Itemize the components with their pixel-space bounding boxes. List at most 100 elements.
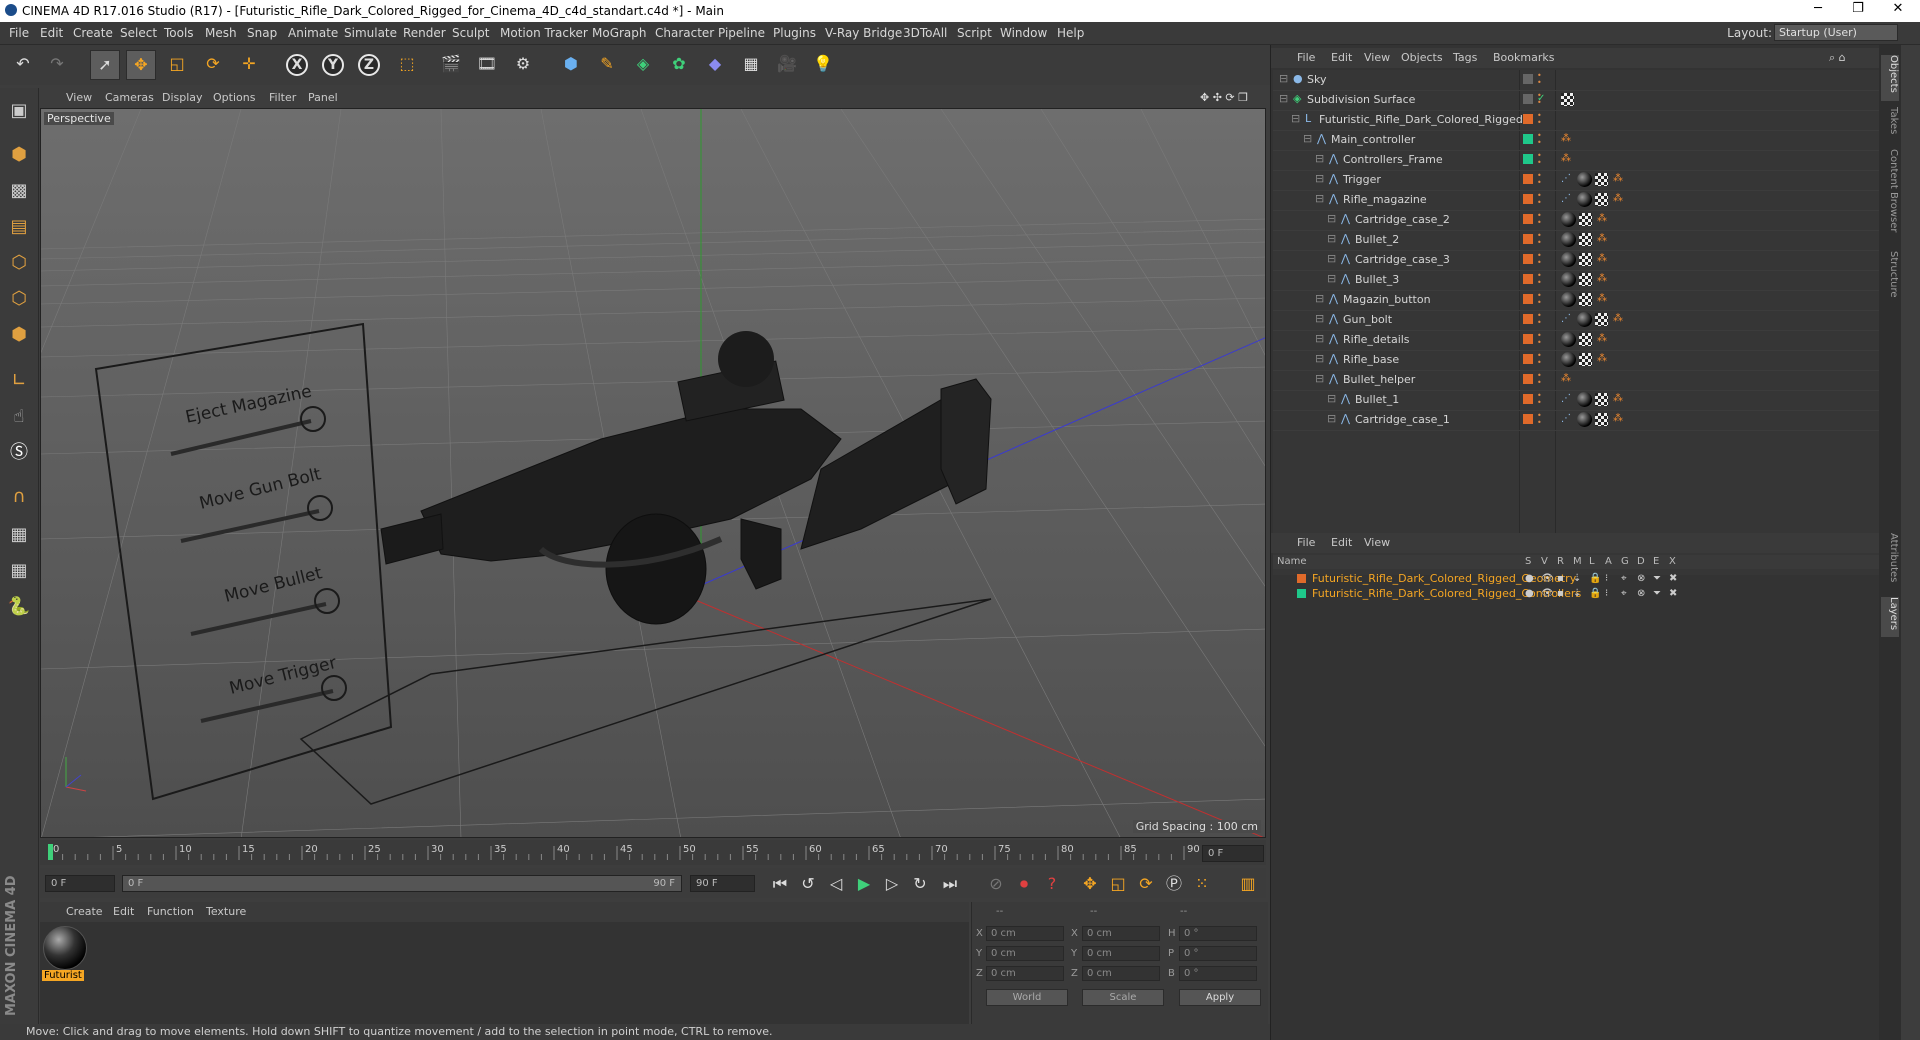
autokey-icon[interactable]: ⏺ bbox=[1011, 872, 1037, 896]
layer-column-header[interactable]: Name bbox=[1277, 556, 1307, 567]
viewport-camera-label[interactable]: Perspective bbox=[44, 112, 114, 125]
material-preview-ball[interactable] bbox=[43, 926, 87, 970]
layer-column-header[interactable]: R bbox=[1557, 556, 1564, 567]
material-tag-icon[interactable] bbox=[1577, 192, 1592, 207]
constraint-tag-icon[interactable]: ⋰ bbox=[1561, 193, 1571, 204]
xpresso-tag-icon[interactable]: ⁂ bbox=[1613, 313, 1623, 324]
constraint-tag-icon[interactable]: ⋰ bbox=[1561, 393, 1571, 404]
xpresso-tag-icon[interactable]: ⁂ bbox=[1597, 233, 1607, 244]
object-name[interactable]: Bullet_3 bbox=[1355, 273, 1399, 286]
expand-toggle-icon[interactable]: ⊟ bbox=[1327, 413, 1337, 424]
viewport-perspective[interactable]: Eject Magazine Move Gun Bolt Move Bullet… bbox=[40, 108, 1266, 838]
play-icon[interactable]: ▶ bbox=[851, 872, 877, 896]
redo-icon[interactable]: ↷ bbox=[42, 50, 72, 80]
layer-column-header[interactable]: M bbox=[1573, 556, 1582, 567]
menu-create[interactable]: Create bbox=[73, 26, 113, 40]
layer-swatch[interactable] bbox=[1523, 394, 1533, 404]
end-frame-field[interactable]: 90 F bbox=[690, 875, 755, 892]
object-row[interactable]: ⊟ ⋀ Bullet_3 • • ⁂ bbox=[1273, 270, 1898, 291]
material-tag-icon[interactable] bbox=[1577, 312, 1592, 327]
uvw-tag-icon[interactable] bbox=[1579, 333, 1592, 346]
key-parameter-icon[interactable]: Ⓟ bbox=[1161, 872, 1187, 896]
layer-toggle-icon[interactable]: ✖ bbox=[1669, 588, 1677, 599]
layer-swatch[interactable] bbox=[1523, 154, 1533, 164]
rotation-h-field[interactable]: 0 ° bbox=[1179, 926, 1257, 941]
object-name[interactable]: Cartridge_case_1 bbox=[1355, 413, 1450, 426]
visibility-dots-icon[interactable]: • • bbox=[1537, 132, 1542, 147]
move-tool-icon[interactable]: ✥ bbox=[126, 50, 156, 80]
material-tag-icon[interactable] bbox=[1561, 252, 1576, 267]
workplane-mode-icon[interactable]: ▤ bbox=[3, 212, 35, 244]
layer-toggle-icon[interactable]: ▪ bbox=[1557, 588, 1564, 599]
layer-toggle-icon[interactable]: ⊗ bbox=[1637, 573, 1645, 584]
layer-swatch[interactable] bbox=[1523, 294, 1533, 304]
xpresso-tag-icon[interactable]: ⁂ bbox=[1597, 293, 1607, 304]
uvw-tag-icon[interactable] bbox=[1579, 353, 1592, 366]
menu-window[interactable]: Window bbox=[1000, 26, 1047, 40]
uvw-tag-icon[interactable] bbox=[1595, 173, 1608, 186]
array-generator-icon[interactable]: ✿ bbox=[664, 50, 694, 80]
size-mode-select[interactable]: Scale bbox=[1082, 989, 1164, 1006]
edit-render-settings-icon[interactable]: ⚙ bbox=[508, 50, 538, 80]
expand-toggle-icon[interactable]: ⊟ bbox=[1303, 133, 1313, 144]
uvw-tag-icon[interactable] bbox=[1579, 273, 1592, 286]
layer-toggle-icon[interactable]: ⏷ bbox=[1653, 573, 1661, 584]
object-row[interactable]: ⊟ ◈ Subdivision Surface • • ✓ bbox=[1273, 90, 1898, 111]
object-row[interactable]: ⊟ ⋀ Controllers_Frame • • ⁂ bbox=[1273, 150, 1898, 171]
layer-toggle-icon[interactable]: ⏷ bbox=[1653, 588, 1661, 599]
visibility-dots-icon[interactable]: • • bbox=[1537, 412, 1542, 427]
menu-script[interactable]: Script bbox=[957, 26, 992, 40]
layer-toggle-icon[interactable]: ⁝ bbox=[1605, 588, 1608, 599]
record-keys-icon[interactable]: ⊘ bbox=[983, 872, 1009, 896]
previous-key-icon[interactable]: ↺ bbox=[795, 872, 821, 896]
visibility-dots-icon[interactable]: • • bbox=[1537, 272, 1542, 287]
menu-render[interactable]: Render bbox=[403, 26, 446, 40]
layer-row[interactable]: Futuristic_Rifle_Dark_Colored_Rigged_Con… bbox=[1273, 586, 1898, 601]
key-pla-icon[interactable]: ⁙ bbox=[1189, 872, 1215, 896]
object-name[interactable]: Sky bbox=[1307, 73, 1326, 86]
minimize-button[interactable]: ─ bbox=[1798, 1, 1838, 21]
workplane-icon[interactable]: ▦ bbox=[3, 556, 35, 588]
key-position-icon[interactable]: ✥ bbox=[1077, 872, 1103, 896]
position-x-field[interactable]: 0 cm bbox=[986, 926, 1064, 941]
position-z-field[interactable]: 0 cm bbox=[986, 966, 1064, 981]
layer-toggle-icon[interactable]: 🔒 bbox=[1589, 573, 1601, 584]
texture-mode-icon[interactable]: ▩ bbox=[3, 176, 35, 208]
frame-range-slider[interactable]: 0 F 90 F bbox=[122, 875, 682, 892]
object-row[interactable]: ⊟ ⋀ Trigger • • ⋰ ⁂ bbox=[1273, 170, 1898, 191]
visibility-dots-icon[interactable]: • • bbox=[1537, 392, 1542, 407]
layer-toggle-icon[interactable]: ● bbox=[1525, 588, 1534, 599]
model-mode-icon[interactable]: ⬢ bbox=[3, 140, 35, 172]
layer-column-header[interactable]: D bbox=[1637, 556, 1645, 567]
visibility-dots-icon[interactable]: • • bbox=[1537, 192, 1542, 207]
object-name[interactable]: Cartridge_case_2 bbox=[1355, 213, 1450, 226]
coordinate-system-icon[interactable]: ⬚ bbox=[392, 50, 422, 80]
size-x-field[interactable]: 0 cm bbox=[1082, 926, 1160, 941]
object-name[interactable]: Futuristic_Rifle_Dark_Colored_Rigged bbox=[1319, 113, 1523, 126]
constraint-tag-icon[interactable]: ⋰ bbox=[1561, 313, 1571, 324]
visibility-dots-icon[interactable]: • • bbox=[1537, 212, 1542, 227]
object-row[interactable]: ⊟ ⋀ Bullet_helper • • ⁂ bbox=[1273, 370, 1898, 391]
layer-swatch[interactable] bbox=[1523, 114, 1533, 124]
edges-mode-icon[interactable]: ⬡ bbox=[3, 284, 35, 316]
timeline-window-icon[interactable]: ▥ bbox=[1235, 872, 1261, 896]
layer-toggle-icon[interactable]: ● bbox=[1525, 573, 1534, 584]
xpresso-tag-icon[interactable]: ⁂ bbox=[1613, 173, 1623, 184]
object-name[interactable]: Controllers_Frame bbox=[1343, 153, 1443, 166]
objects-menu-tags[interactable]: Tags bbox=[1453, 51, 1477, 64]
layer-swatch[interactable] bbox=[1523, 374, 1533, 384]
objects-menu-objects[interactable]: Objects bbox=[1401, 51, 1443, 64]
material-tag-icon[interactable] bbox=[1561, 212, 1576, 227]
object-name[interactable]: Cartridge_case_3 bbox=[1355, 253, 1450, 266]
object-name[interactable]: Subdivision Surface bbox=[1307, 93, 1415, 106]
maximize-button[interactable]: ❐ bbox=[1838, 1, 1878, 21]
material-menu-function[interactable]: Function bbox=[147, 905, 194, 918]
layer-column-header[interactable]: E bbox=[1653, 556, 1659, 567]
coordinate-system-select[interactable]: World bbox=[986, 989, 1068, 1006]
layers-menu-view[interactable]: View bbox=[1364, 536, 1390, 549]
layer-swatch[interactable] bbox=[1523, 174, 1533, 184]
expand-toggle-icon[interactable]: ⊟ bbox=[1315, 313, 1325, 324]
object-row[interactable]: ⊟ ⋀ Main_controller • • ⁂ bbox=[1273, 130, 1898, 151]
viewport-menu-options[interactable]: Options bbox=[213, 91, 255, 104]
object-row[interactable]: ⊟ ⋀ Rifle_base • • ⁂ bbox=[1273, 350, 1898, 371]
